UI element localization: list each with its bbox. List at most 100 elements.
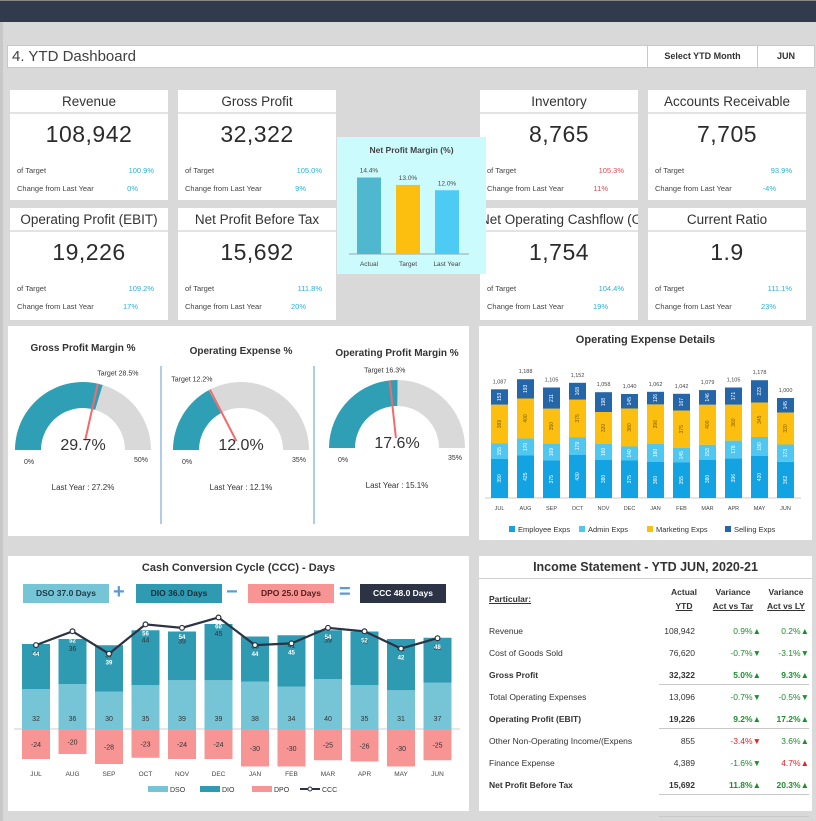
data-label: 145 <box>627 397 633 406</box>
kpi-target-row: of Target 93.9% <box>655 166 792 175</box>
ccc-data-label: 56 <box>142 631 149 637</box>
data-label: 36 <box>69 646 77 653</box>
data-label: 30 <box>105 716 113 723</box>
kpi-change-label: Change from Last Year <box>185 184 262 193</box>
kpi-change-value: 17% <box>122 302 138 311</box>
select-ytd-month-label: Select YTD Month <box>647 46 757 67</box>
total-label: 1,062 <box>649 382 663 388</box>
data-label: 193 <box>523 384 529 393</box>
gauge-min-label: 0% <box>182 459 192 466</box>
x-tick-label: NOV <box>598 506 610 512</box>
row-particular: Gross Profit <box>489 670 539 680</box>
row-variance-vs-last-year: 20.3%▲ <box>776 780 809 790</box>
data-label: 420 <box>757 473 763 482</box>
header-act-vs-tar-label: Act vs Tar <box>712 601 754 611</box>
legend-label: Selling Exps <box>734 525 776 534</box>
bar-target <box>396 184 420 254</box>
kpi-target-value: 93.9% <box>770 166 792 175</box>
kpi-title: Accounts Receivable <box>648 90 806 114</box>
x-tick-label: JUL <box>495 506 505 512</box>
ccc-data-label: 48 <box>434 645 441 651</box>
x-tick-label: JAN <box>650 506 660 512</box>
gauge-title: Operating Profit Margin % <box>335 348 458 359</box>
data-label: 45 <box>215 631 223 638</box>
row-variance-vs-target: -0.7%▼ <box>730 692 761 702</box>
ccc-point <box>361 628 368 635</box>
data-label: 160 <box>601 448 607 457</box>
total-label: 1,079 <box>701 380 715 386</box>
legend-swatch <box>148 786 168 792</box>
kpi-change-value: 20% <box>290 302 306 311</box>
data-label: -24 <box>213 742 223 749</box>
income-statement-row: Total Operating Expenses 13,096 -0.7%▼ -… <box>489 687 811 709</box>
gauge-target-label: Target 16.3% <box>364 367 405 374</box>
row-actual-ytd: 108,942 <box>664 626 695 636</box>
kpi-card-inventory: Inventory 8,765 of Target 105.3% Change f… <box>480 90 638 200</box>
gauge-value-label: 29.7% <box>60 437 105 454</box>
data-label: 320 <box>601 424 607 433</box>
kpi-card-net-operating-cashflow: Net Operating Cashflow (OCF 1,754 of Tar… <box>480 208 638 320</box>
ccc-point <box>69 628 76 635</box>
header-variance-ly: Variance Act vs LY <box>760 585 812 613</box>
row-actual-ytd: 13,096 <box>669 692 695 702</box>
data-label: 36 <box>69 716 77 723</box>
data-label: -30 <box>250 746 260 753</box>
x-tick-label: MAR <box>701 506 713 512</box>
x-tick-label: MAY <box>394 771 408 778</box>
x-tick-label: OCT <box>139 771 153 778</box>
header-particular-label: Particular: <box>489 594 532 604</box>
ytd-month-select[interactable]: JUN <box>757 46 814 67</box>
row-variance-vs-target: -1.6%▼ <box>730 758 761 768</box>
x-tick-label: FEB <box>285 771 298 778</box>
x-tick-label: MAR <box>321 771 336 778</box>
operating-expense-plot: 390 155 389 153 1,087 JUL 425 170 400 193 1,188 AUG… <box>485 369 801 534</box>
kpi-value: 15,692 <box>220 239 294 265</box>
row-actual-ytd: 855 <box>680 736 695 746</box>
total-label: 1,188 <box>519 369 533 375</box>
total-label: 1,105 <box>727 378 741 384</box>
header-variance-label: Variance <box>768 587 804 597</box>
subtotal-divider <box>659 728 809 729</box>
x-tick-label: AUG <box>65 771 79 778</box>
kpi-title: Operating Profit (EBIT) <box>10 208 168 232</box>
data-label: 360 <box>653 476 659 485</box>
x-tick-label: JAN <box>249 771 262 778</box>
data-label: 167 <box>679 398 685 407</box>
data-label: 126 <box>653 394 659 403</box>
data-label: 155 <box>497 447 503 456</box>
ccc-data-label: 39 <box>106 661 113 667</box>
x-tick-label: Last Year <box>433 261 461 268</box>
bar-last-year <box>435 190 459 254</box>
row-particular: Finance Expense <box>489 758 555 768</box>
kpi-target-row: of Target 105.3% <box>487 166 624 175</box>
x-tick-label: SEP <box>102 771 115 778</box>
gauge-max-label: 35% <box>292 457 306 464</box>
kpi-target-row: of Target 111.1% <box>655 284 792 293</box>
kpi-value: 32,322 <box>220 121 294 147</box>
kpi-target-row: of Target 100.9% <box>17 166 154 175</box>
gauge-value-label: 17.6% <box>374 435 419 452</box>
kpi-target-label: of Target <box>487 284 517 293</box>
kpi-target-row: of Target 104.4% <box>487 284 624 293</box>
legend-label: Admin Exps <box>588 525 628 534</box>
ccc-point <box>105 650 112 657</box>
kpi-target-value: 100.9% <box>128 166 154 175</box>
data-label: 145 <box>679 451 685 460</box>
income-statement-row: Revenue 108,942 0.9%▲ 0.2%▲ <box>489 621 811 643</box>
kpi-change-value: 23% <box>760 302 776 311</box>
data-label: 39 <box>178 716 186 723</box>
total-label: 1,000 <box>779 388 793 394</box>
data-label: -24 <box>177 742 187 749</box>
row-variance-vs-last-year: -0.5%▼ <box>778 692 809 702</box>
total-label: 1,040 <box>623 384 637 390</box>
ccc-data-label: 52 <box>69 638 76 644</box>
income-statement-title: Income Statement - YTD JUN, 2020-21 <box>533 560 758 574</box>
row-variance-vs-target: 5.0%▲ <box>733 670 761 680</box>
data-label: 380 <box>705 475 711 484</box>
kpi-target-row: of Target 105.0% <box>185 166 322 175</box>
data-label: 223 <box>757 387 763 396</box>
row-variance-vs-last-year: 3.6%▲ <box>781 736 809 746</box>
x-tick-label: OCT <box>572 506 584 512</box>
legend-swatch <box>647 526 653 532</box>
ccc-point <box>288 640 295 647</box>
